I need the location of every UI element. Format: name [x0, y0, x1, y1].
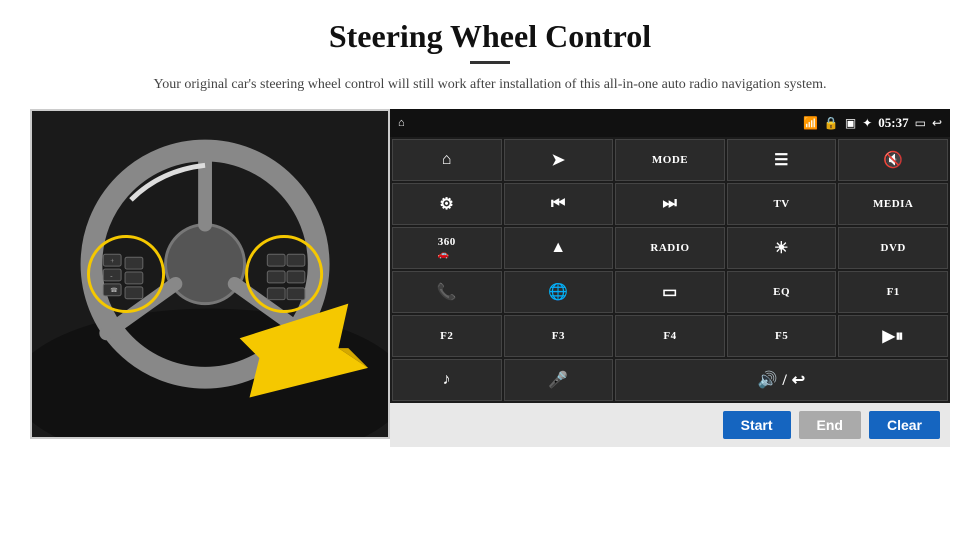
grid-btn-phone[interactable]: 📞 [392, 271, 502, 313]
grid-btn-music[interactable]: ♪ [392, 359, 502, 401]
page-container: Steering Wheel Control Your original car… [0, 0, 980, 544]
svg-text:+: + [110, 258, 114, 265]
grid-btn-media[interactable]: MEDIA [838, 183, 948, 225]
grid-btn-mic[interactable]: 🎤 [504, 359, 614, 401]
prev-icon: ⏮ [551, 195, 566, 213]
status-left: ⌂ [398, 117, 405, 129]
title-divider [470, 61, 510, 64]
volume-hangup-icon: 🔊 / ↩ [757, 370, 805, 390]
display-icon: ▭ [662, 282, 678, 302]
sim-icon: ▣ [845, 116, 856, 131]
main-content: + - ☎ ⌂ [30, 109, 950, 447]
grid-btn-nav[interactable]: ➤ [504, 139, 614, 181]
lock-icon: 🔒 [824, 116, 839, 131]
brightness-icon: ☀ [774, 238, 789, 258]
playpause-icon: ▶⏸ [883, 326, 904, 346]
grid-btn-mute[interactable]: 🔇 [838, 139, 948, 181]
grid-btn-prev[interactable]: ⏮ [504, 183, 614, 225]
radio-label: RADIO [650, 242, 689, 254]
subtitle: Your original car's steering wheel contr… [154, 74, 827, 95]
music-icon: ♪ [443, 371, 452, 389]
f4-label: F4 [663, 330, 676, 342]
back-icon: ↩ [932, 116, 942, 131]
settings-icon: ⚙ [439, 194, 454, 214]
grid-btn-home[interactable]: ⌂ [392, 139, 502, 181]
clear-button[interactable]: Clear [869, 411, 940, 439]
phone-icon: 📞 [437, 282, 457, 302]
grid-btn-next[interactable]: ⏭ [615, 183, 725, 225]
android-panel: ⌂ 📶 🔒 ▣ ✦ 05:37 ▭ ↩ ⌂ ➤ MODE ☰ [390, 109, 950, 447]
status-right: 📶 🔒 ▣ ✦ 05:37 ▭ ↩ [803, 115, 942, 131]
mute-icon: 🔇 [883, 150, 903, 170]
start-button[interactable]: Start [723, 411, 791, 439]
nav-icon: ➤ [551, 150, 565, 170]
360-label: 360🚗 [438, 236, 456, 260]
button-grid: ⌂ ➤ MODE ☰ 🔇 ⚙ ⏮ ⏭ TV MEDIA 360🚗 ▲ RADIO… [390, 137, 950, 403]
status-time: 05:37 [878, 115, 908, 131]
status-bar: ⌂ 📶 🔒 ▣ ✦ 05:37 ▭ ↩ [390, 109, 950, 137]
grid-btn-f4[interactable]: F4 [615, 315, 725, 357]
list-icon: ☰ [774, 150, 789, 170]
grid-btn-mode[interactable]: MODE [615, 139, 725, 181]
grid-btn-f2[interactable]: F2 [392, 315, 502, 357]
media-label: MEDIA [873, 198, 913, 210]
mode-label: MODE [652, 154, 688, 166]
grid-btn-playpause[interactable]: ▶⏸ [838, 315, 948, 357]
next-icon: ⏭ [663, 195, 678, 213]
grid-btn-list[interactable]: ☰ [727, 139, 837, 181]
f1-label: F1 [887, 286, 900, 298]
grid-btn-brightness[interactable]: ☀ [727, 227, 837, 269]
mic-icon: 🎤 [548, 370, 568, 390]
grid-btn-dvd[interactable]: DVD [838, 227, 948, 269]
f3-label: F3 [552, 330, 565, 342]
grid-btn-eq[interactable]: EQ [727, 271, 837, 313]
bottom-bar: Start End Clear [390, 403, 950, 447]
tv-label: TV [773, 198, 789, 210]
grid-btn-f3[interactable]: F3 [504, 315, 614, 357]
globe-icon: 🌐 [548, 282, 568, 302]
bluetooth-icon: ✦ [862, 116, 872, 131]
home-status-icon: ⌂ [398, 117, 405, 129]
grid-btn-360[interactable]: 360🚗 [392, 227, 502, 269]
page-title: Steering Wheel Control [329, 18, 651, 55]
grid-btn-f1[interactable]: F1 [838, 271, 948, 313]
eq-label: EQ [773, 286, 790, 298]
eject-icon: ▲ [550, 239, 566, 257]
wifi-icon: 📶 [803, 116, 818, 131]
grid-btn-settings[interactable]: ⚙ [392, 183, 502, 225]
grid-btn-eject[interactable]: ▲ [504, 227, 614, 269]
steering-wheel-image: + - ☎ [30, 109, 390, 439]
f5-label: F5 [775, 330, 788, 342]
grid-btn-f5[interactable]: F5 [727, 315, 837, 357]
home-icon: ⌂ [442, 151, 452, 169]
end-button[interactable]: End [799, 411, 861, 439]
dvd-label: DVD [881, 242, 906, 254]
svg-text:☎: ☎ [110, 287, 118, 294]
grid-btn-tv[interactable]: TV [727, 183, 837, 225]
grid-btn-radio[interactable]: RADIO [615, 227, 725, 269]
f2-label: F2 [440, 330, 453, 342]
screen-icon: ▭ [915, 116, 926, 131]
grid-btn-globe[interactable]: 🌐 [504, 271, 614, 313]
grid-btn-display[interactable]: ▭ [615, 271, 725, 313]
grid-btn-volume-hangup[interactable]: 🔊 / ↩ [615, 359, 948, 401]
